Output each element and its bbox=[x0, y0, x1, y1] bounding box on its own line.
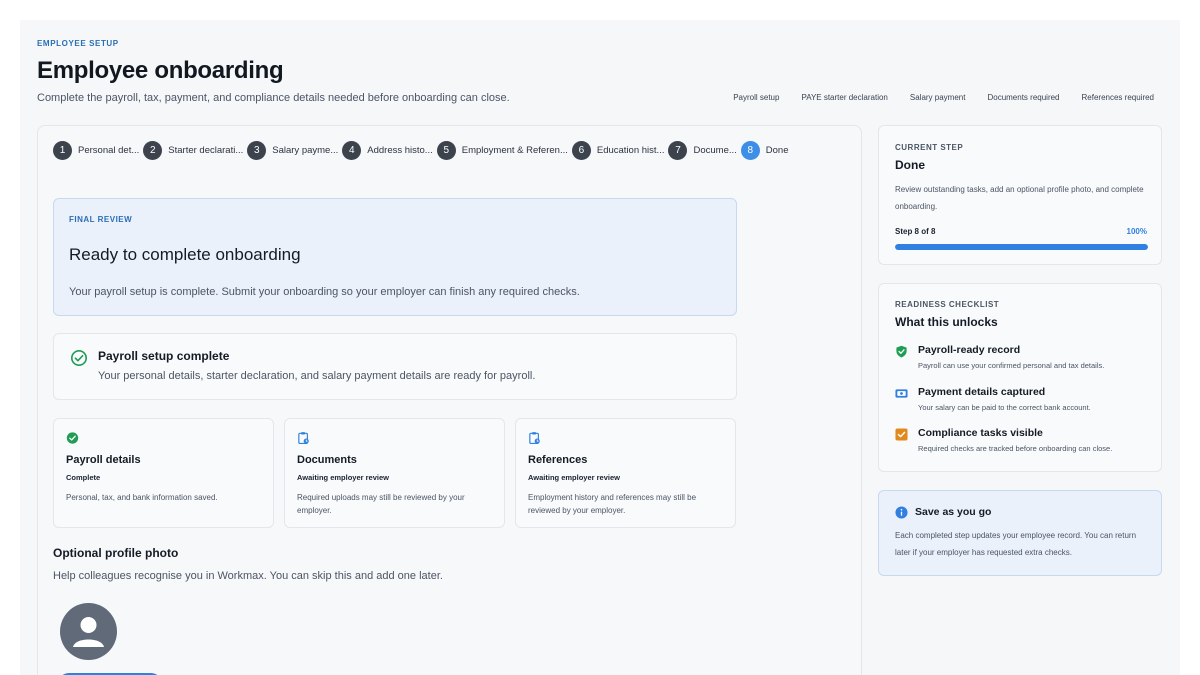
link-salary-payment[interactable]: Salary payment bbox=[910, 93, 966, 102]
payroll-complete-title: Payroll setup complete bbox=[98, 349, 230, 363]
shield-check-icon bbox=[896, 345, 907, 358]
progress-bar bbox=[895, 244, 1148, 250]
step-number: 1 bbox=[53, 141, 72, 160]
save-as-you-go-note: Save as you go Each completed step updat… bbox=[878, 490, 1162, 576]
clipboard-clock-icon bbox=[298, 432, 309, 445]
link-documents-required[interactable]: Documents required bbox=[987, 93, 1059, 102]
step-number: 5 bbox=[436, 141, 456, 160]
status-card-status: Awaiting employer review bbox=[297, 473, 389, 482]
avatar-placeholder[interactable] bbox=[60, 603, 117, 660]
step-label: Salary payme... bbox=[272, 145, 339, 156]
step-label: Employment & Referen... bbox=[461, 145, 568, 156]
step-label: Done bbox=[765, 145, 789, 156]
progress-bar-fill bbox=[895, 244, 1148, 250]
step-label: Address histo... bbox=[367, 145, 433, 156]
checklist-title: What this unlocks bbox=[895, 315, 998, 329]
final-review-banner: FINAL REVIEW Ready to complete onboardin… bbox=[53, 198, 737, 316]
step-done[interactable]: 8 Done bbox=[740, 141, 789, 160]
step-documents[interactable]: 7 Docume... bbox=[668, 141, 737, 160]
info-icon bbox=[895, 506, 908, 519]
link-references-required[interactable]: References required bbox=[1082, 93, 1154, 102]
step-personal-details[interactable]: 1 Personal det... bbox=[53, 141, 139, 160]
payroll-complete-text: Your personal details, starter declarati… bbox=[98, 370, 536, 382]
step-label: Docume... bbox=[693, 145, 737, 156]
status-card-status: Complete bbox=[66, 473, 101, 482]
status-card-status: Awaiting employer review bbox=[528, 473, 620, 482]
step-number: 4 bbox=[342, 141, 362, 160]
link-payroll-setup[interactable]: Payroll setup bbox=[733, 93, 779, 102]
save-note-text: Each completed step updates your employe… bbox=[895, 531, 1137, 557]
payroll-complete-notice: Payroll setup complete Your personal det… bbox=[53, 333, 737, 400]
check-circle-icon bbox=[66, 432, 79, 444]
onboarding-main-panel: 1 Personal det... 2 Starter declarati...… bbox=[37, 125, 862, 675]
checklist-item-text: Payroll can use your confirmed personal … bbox=[918, 361, 1105, 370]
step-number: 7 bbox=[668, 141, 688, 160]
status-card-title: Payroll details bbox=[66, 454, 141, 466]
step-number: 6 bbox=[571, 141, 591, 160]
checkbox-icon bbox=[895, 428, 908, 441]
payment-card-icon bbox=[895, 389, 908, 398]
checklist-item-title: Payment details captured bbox=[918, 386, 1046, 398]
onboarding-page: EMPLOYEE SETUP Employee onboarding Compl… bbox=[20, 20, 1180, 675]
step-address-history[interactable]: 4 Address histo... bbox=[342, 141, 433, 160]
step-label: Personal det... bbox=[78, 145, 140, 156]
checklist-item-title: Compliance tasks visible bbox=[918, 427, 1043, 439]
status-card-text: Required uploads may still be reviewed b… bbox=[297, 493, 465, 515]
final-review-title: Ready to complete onboarding bbox=[69, 245, 301, 264]
section-links: Payroll setup PAYE starter declaration S… bbox=[733, 93, 1154, 102]
final-review-text: Your payroll setup is complete. Submit y… bbox=[69, 286, 580, 298]
status-card-text: Personal, tax, and bank information save… bbox=[66, 493, 218, 502]
checklist-item-title: Payroll-ready record bbox=[918, 344, 1021, 356]
step-number: 3 bbox=[247, 141, 267, 160]
current-step-title: Done bbox=[895, 158, 925, 172]
current-step-text: Review outstanding tasks, add an optiona… bbox=[895, 185, 1144, 211]
step-education-history[interactable]: 6 Education hist... bbox=[571, 141, 665, 160]
page-eyebrow: EMPLOYEE SETUP bbox=[37, 39, 119, 48]
progress-label: Step 8 of 8 bbox=[895, 227, 936, 236]
progress-percent: 100% bbox=[1126, 227, 1147, 236]
status-card-title: Documents bbox=[297, 454, 357, 466]
profile-photo-title: Optional profile photo bbox=[53, 546, 179, 560]
current-step-eyebrow: CURRENT STEP bbox=[895, 143, 964, 152]
step-number: 8 bbox=[740, 141, 760, 160]
step-number: 2 bbox=[143, 141, 163, 160]
final-review-eyebrow: FINAL REVIEW bbox=[69, 215, 133, 224]
checklist-item-text: Your salary can be paid to the correct b… bbox=[918, 403, 1091, 412]
profile-photo-text: Help colleagues recognise you in Workmax… bbox=[53, 570, 443, 582]
step-label: Starter declarati... bbox=[168, 145, 244, 156]
check-circle-icon bbox=[70, 349, 88, 367]
readiness-checklist-card: READINESS CHECKLIST What this unlocks Pa… bbox=[878, 283, 1162, 472]
step-starter-declaration[interactable]: 2 Starter declarati... bbox=[143, 141, 243, 160]
page-subtitle: Complete the payroll, tax, payment, and … bbox=[37, 92, 510, 104]
status-card-payroll-details: Payroll details Complete Personal, tax, … bbox=[53, 418, 274, 528]
onboarding-stepper: 1 Personal det... 2 Starter declarati...… bbox=[53, 141, 793, 160]
status-card-references: References Awaiting employer review Empl… bbox=[515, 418, 736, 528]
status-card-documents: Documents Awaiting employer review Requi… bbox=[284, 418, 505, 528]
current-step-card: CURRENT STEP Done Review outstanding tas… bbox=[878, 125, 1162, 265]
save-note-title: Save as you go bbox=[915, 506, 992, 518]
clipboard-clock-icon bbox=[529, 432, 540, 445]
user-icon bbox=[73, 617, 104, 647]
page-title: Employee onboarding bbox=[37, 57, 284, 84]
link-paye-starter-declaration[interactable]: PAYE starter declaration bbox=[801, 93, 887, 102]
checklist-eyebrow: READINESS CHECKLIST bbox=[895, 300, 1000, 309]
step-label: Education hist... bbox=[596, 145, 665, 156]
step-employment-references[interactable]: 5 Employment & Referen... bbox=[436, 141, 568, 160]
checklist-item-text: Required checks are tracked before onboa… bbox=[918, 444, 1113, 453]
status-card-title: References bbox=[528, 454, 588, 466]
step-salary-payment[interactable]: 3 Salary payme... bbox=[247, 141, 338, 160]
status-card-text: Employment history and references may st… bbox=[528, 493, 697, 515]
